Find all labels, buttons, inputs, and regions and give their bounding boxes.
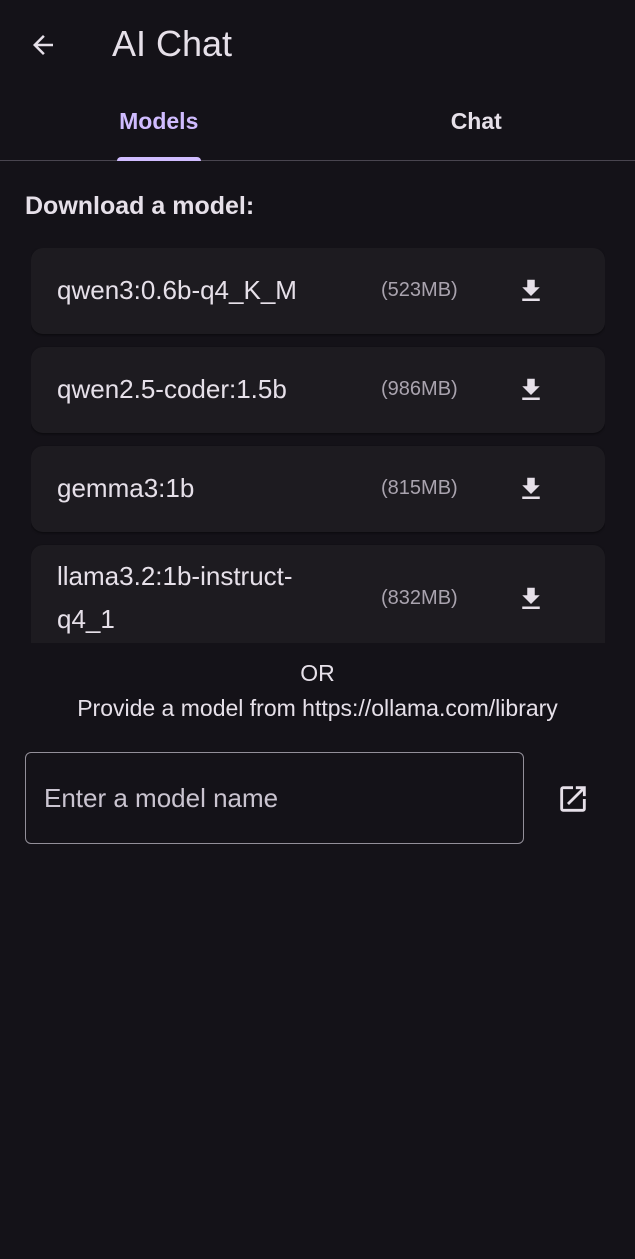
download-button[interactable] bbox=[507, 465, 555, 513]
model-size: (832MB) bbox=[381, 587, 458, 609]
tab-models-label: Models bbox=[119, 108, 199, 134]
app-bar: AI Chat bbox=[0, 0, 635, 90]
tab-chat-label: Chat bbox=[450, 108, 502, 134]
or-separator-text: OR bbox=[300, 660, 335, 686]
download-section-heading: Download a model: bbox=[25, 192, 255, 220]
tab-chat[interactable]: Chat bbox=[318, 92, 635, 160]
download-icon bbox=[522, 587, 540, 609]
download-icon bbox=[522, 279, 540, 301]
back-button[interactable] bbox=[18, 20, 68, 70]
model-name: llama3.2:1b-instruct-q4_1 bbox=[57, 561, 293, 634]
download-icon bbox=[522, 477, 540, 499]
provide-model-hint: Provide a model from https://ollama.com/… bbox=[77, 695, 558, 721]
model-name: qwen3:0.6b-q4_K_M bbox=[57, 275, 297, 305]
download-button[interactable] bbox=[507, 575, 555, 623]
model-card-gemma3[interactable]: gemma3:1b (815MB) bbox=[31, 446, 605, 532]
download-icon bbox=[522, 378, 540, 400]
model-name-input[interactable] bbox=[25, 752, 524, 844]
model-list[interactable]: qwen3:0.6b-q4_K_M (523MB) qwen2.5-coder:… bbox=[31, 248, 605, 643]
tab-bar: Models Chat bbox=[0, 92, 635, 161]
model-size: (523MB) bbox=[381, 279, 458, 301]
arrow-back-icon bbox=[33, 35, 53, 55]
tab-models[interactable]: Models bbox=[0, 92, 318, 161]
download-button[interactable] bbox=[507, 267, 555, 315]
model-size: (815MB) bbox=[381, 477, 458, 499]
download-button[interactable] bbox=[507, 366, 555, 414]
app-screen: AI Chat Models Chat Download a model: qw… bbox=[0, 0, 635, 1259]
model-name: qwen2.5-coder:1.5b bbox=[57, 374, 287, 404]
model-card-qwen3[interactable]: qwen3:0.6b-q4_K_M (523MB) bbox=[31, 248, 605, 334]
tab-active-indicator bbox=[116, 157, 201, 161]
model-name: gemma3:1b bbox=[57, 473, 195, 503]
open-library-button[interactable] bbox=[548, 774, 598, 824]
model-size: (986MB) bbox=[381, 378, 458, 400]
model-card-qwen2-5-coder[interactable]: qwen2.5-coder:1.5b (986MB) bbox=[31, 347, 605, 433]
model-card-llama3-2[interactable]: llama3.2:1b-instruct-q4_1 (832MB) bbox=[31, 545, 605, 643]
open-in-new-icon bbox=[560, 786, 586, 812]
page-title: AI Chat bbox=[112, 23, 233, 64]
